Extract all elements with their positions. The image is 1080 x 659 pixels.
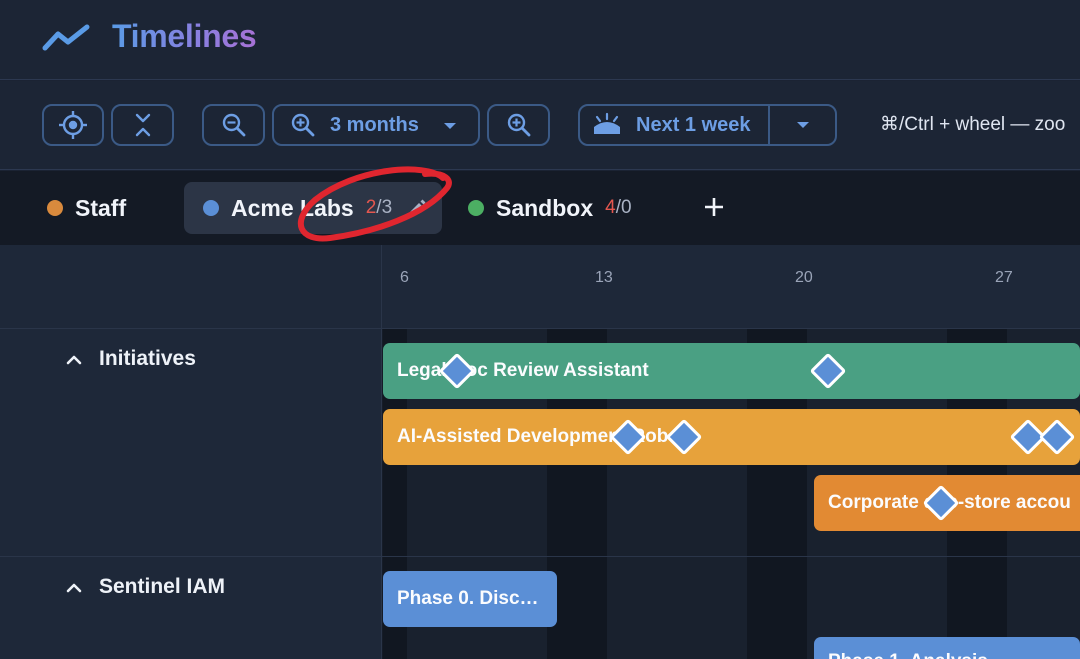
next-period-label: Next 1 week <box>636 113 751 136</box>
board-tabs: Staff Acme Labs 2/3 Sandbox 4/0 <box>0 171 1080 245</box>
scale-tick: 6 <box>400 269 409 286</box>
next-period-button[interactable]: Next 1 week <box>580 106 770 144</box>
locate-today-button[interactable] <box>42 104 104 146</box>
chevron-down-icon <box>444 123 456 129</box>
zoom-in-button[interactable] <box>487 104 550 146</box>
tab-label: Staff <box>75 194 127 221</box>
tab-count: 4/0 <box>605 197 631 219</box>
collapse-icon <box>135 113 150 137</box>
group-divider <box>0 556 1080 557</box>
scale-tick: 27 <box>995 269 1013 286</box>
app-header: Timelines <box>0 0 1080 80</box>
plus-icon[interactable] <box>700 193 728 221</box>
scale-tick: 13 <box>595 269 613 286</box>
tab-count-rest: /0 <box>615 197 632 218</box>
tab-count: 2/3 <box>366 197 392 219</box>
group-header-sentinel-iam[interactable]: Sentinel IAM <box>65 575 225 599</box>
zoom-out-icon <box>222 113 245 137</box>
zoom-in-icon <box>291 113 315 137</box>
tab-count-over: 4 <box>605 197 616 218</box>
scale-tick: 20 <box>795 269 813 286</box>
tab-sandbox[interactable]: Sandbox 4/0 <box>468 182 632 234</box>
range-select-label: 3 months <box>330 113 419 136</box>
timeline-bar[interactable]: Phase 1. Analysis <box>814 637 1080 659</box>
scale-corner <box>0 245 382 329</box>
zoom-out-button[interactable] <box>202 104 265 146</box>
pencil-icon[interactable] <box>406 197 428 219</box>
crosshair-icon <box>59 111 87 139</box>
collapse-all-button[interactable] <box>111 104 174 146</box>
timeline-scale: 6 13 20 27 <box>0 245 1080 329</box>
chevron-up-icon <box>66 583 82 593</box>
timeline-bar[interactable]: Legal Doc Review Assistant <box>383 343 1080 399</box>
tab-color-dot <box>468 200 484 216</box>
timeline-body: Initiatives Sentinel IAM Legal Doc Revie… <box>0 329 1080 659</box>
chevron-up-icon <box>66 355 82 365</box>
trend-line-icon <box>42 24 90 51</box>
tab-label: Acme Labs <box>231 194 354 221</box>
tab-staff[interactable]: Staff <box>47 182 126 234</box>
sunrise-icon <box>594 112 620 134</box>
next-period-dropdown[interactable] <box>770 106 835 144</box>
group-label-column <box>0 329 382 659</box>
zoom-in-icon <box>507 113 530 137</box>
tab-color-dot <box>47 200 63 216</box>
next-period-split-button: Next 1 week <box>578 104 837 146</box>
range-select[interactable]: 3 months <box>272 104 480 146</box>
timeline-bar[interactable]: AI-Assisted Development Robot <box>383 409 1080 465</box>
tab-count-rest: /3 <box>376 197 393 218</box>
app-title: Timelines <box>112 18 257 54</box>
timeline-bar[interactable]: Phase 0. Disc… <box>383 571 557 627</box>
zoom-hint: ⌘/Ctrl + wheel — zoo <box>880 114 1066 135</box>
tab-label: Sandbox <box>496 194 594 221</box>
group-name: Sentinel IAM <box>99 575 226 598</box>
tab-color-dot <box>203 200 219 216</box>
chevron-down-icon <box>796 122 809 128</box>
tab-acme-labs[interactable]: Acme Labs 2/3 <box>184 182 442 234</box>
group-name: Initiatives <box>99 347 196 370</box>
tab-count-over: 2 <box>365 197 377 218</box>
toolbar: 3 months Next 1 week ⌘/Ctrl + wheel — zo… <box>0 81 1080 170</box>
group-header-initiatives[interactable]: Initiatives <box>65 347 196 371</box>
